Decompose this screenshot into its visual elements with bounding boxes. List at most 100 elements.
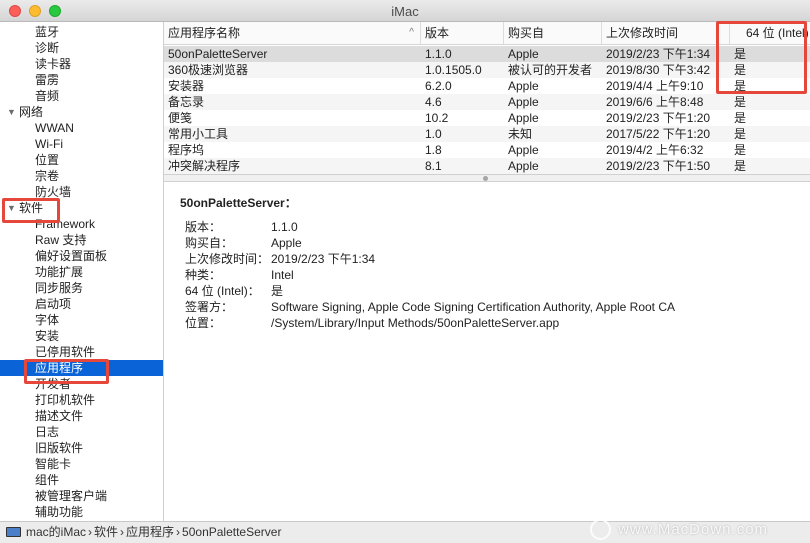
sidebar-item-label: 应用程序 [35,361,84,375]
table-cell: 2019/2/23 下午1:20 [606,111,711,125]
sidebar-item-label: 位置 [35,153,60,167]
table-cell: 1.0 [425,127,442,141]
column-header-64bit[interactable]: 64 位 (Intel) [730,22,810,44]
sidebar-item[interactable]: 诊断 [0,40,163,56]
sidebar-item[interactable]: 启动项 [0,296,163,312]
sidebar-item[interactable]: 打印机软件 [0,392,163,408]
sidebar-item[interactable]: Raw 支持 [0,232,163,248]
sidebar-item-label: 已停用软件 [35,345,96,359]
sidebar-item-label: 软件 [19,201,44,215]
sidebar-item[interactable]: 同步服务 [0,280,163,296]
sidebar-item[interactable]: 安装 [0,328,163,344]
table-cell: 是 [734,127,747,141]
sidebar-category[interactable]: ▼ 网络 [0,104,163,120]
sidebar-item[interactable]: 雷雳 [0,72,163,88]
table-row[interactable]: 50onPaletteServer 1.1.0 Apple 2019/2/23 下午1… [164,46,810,62]
sidebar-item[interactable]: 被管理客户端 [0,488,163,504]
sidebar-item-label: 打印机软件 [35,393,96,407]
breadcrumb-item[interactable]: 应用程序 [126,525,174,539]
sidebar-item[interactable]: 应用程序 [0,360,163,376]
sidebar-item[interactable]: 音频 [0,88,163,104]
sidebar-item[interactable]: 蓝牙 [0,24,163,40]
sidebar-item[interactable]: 智能卡 [0,456,163,472]
sidebar-item[interactable]: 偏好设置面板 [0,248,163,264]
sidebar-item[interactable]: 旧版软件 [0,440,163,456]
table-row[interactable]: 冲突解决程序 8.1 Apple 2019/2/23 下午1:50 是 [164,158,810,174]
table-row[interactable]: 360极速浏览器 1.0.1505.0 被认可的开发者 2019/8/30 下午3:4… [164,62,810,78]
watermark-text: www.MacDown.com [618,521,769,538]
table-cell: 程序坞 [168,143,205,157]
table-cell: 是 [734,79,747,93]
sidebar-item[interactable]: 描述文件 [0,408,163,424]
sidebar-item-label: 读卡器 [35,57,72,71]
table-cell: 1.1.0 [425,47,452,61]
sidebar-item[interactable]: 辅助功能 [0,504,163,520]
table-row[interactable]: 备忘录 4.6 Apple 2019/6/6 上午8:48 是 [164,94,810,110]
sort-ascending-icon: ^ [409,27,414,38]
sidebar-item[interactable]: 已停用软件 [0,344,163,360]
sidebar-category[interactable]: ▼ 软件 [0,200,163,216]
table-cell: 是 [734,159,747,173]
sidebar-item-label: 功能扩展 [35,265,84,279]
detail-field-label: 版本： [185,220,222,234]
table-row[interactable]: 安装器 6.2.0 Apple 2019/4/4 上午9:10 是 [164,78,810,94]
detail-field-label: 签署方： [185,300,234,314]
sidebar-item-label: 诊断 [35,41,60,55]
sidebar-item-label: Framework [35,217,96,231]
sidebar-item[interactable]: 开发者 [0,376,163,392]
column-header-last-modified[interactable]: 上次修改时间 [602,22,730,44]
table-cell: 6.2.0 [425,79,452,93]
sidebar-item[interactable]: 日志 [0,424,163,440]
applications-table[interactable]: 应用程序名称 ^ 版本 购买自 上次修改时间 64 位 (Intel) 50on… [164,22,810,174]
table-cell: 2019/8/30 下午3:42 [606,63,711,77]
detail-field-value: /System/Library/Input Methods/50onPalett… [271,316,560,330]
disclosure-triangle-icon[interactable]: ▼ [7,200,16,216]
table-row[interactable]: 便笺 10.2 Apple 2019/2/23 下午1:20 是 [164,110,810,126]
window-title: iMac [391,4,419,19]
sidebar-item[interactable]: 字体 [0,312,163,328]
detail-field-label: 位置： [185,316,222,330]
sidebar-item[interactable]: 功能扩展 [0,264,163,280]
sidebar-item[interactable]: WWAN [0,120,163,136]
detail-field-value: Apple [271,236,302,250]
sidebar-item[interactable]: 读卡器 [0,56,163,72]
table-row[interactable]: 常用小工具 1.0 未知 2017/5/22 下午1:20 是 [164,126,810,142]
column-header-name[interactable]: 应用程序名称 ^ [164,22,421,44]
column-header-version[interactable]: 版本 [421,22,504,44]
breadcrumb-item[interactable]: 50onPaletteServer [182,525,281,539]
sidebar-item[interactable]: Framework [0,216,163,232]
split-view-divider[interactable] [164,174,810,182]
detail-field-label: 种类： [185,268,222,282]
detail-field-label: 购买自： [185,236,234,250]
sidebar-item[interactable]: 组件 [0,472,163,488]
divider-handle-icon[interactable] [483,176,488,181]
sidebar-item-label: Wi-Fi [35,137,63,151]
table-cell: 是 [734,63,747,77]
disclosure-triangle-icon[interactable]: ▼ [7,104,16,120]
table-cell: 被认可的开发者 [508,63,593,77]
table-row[interactable]: 程序坞 1.8 Apple 2019/4/2 上午6:32 是 [164,142,810,158]
breadcrumb-separator-icon: › [120,525,125,539]
table-cell: Apple [508,95,539,109]
detail-field-value: 是 [271,284,284,298]
sidebar-item-label: 蓝牙 [35,25,60,39]
sidebar-item[interactable]: 宗卷 [0,168,163,184]
table-cell: Apple [508,159,539,173]
column-header-obtained-from[interactable]: 购买自 [504,22,602,44]
detail-field-label: 64 位 (Intel)： [185,284,260,298]
table-cell: 2019/4/2 上午6:32 [606,143,704,157]
detail-field-value: Software Signing, Apple Code Signing Cer… [271,300,676,314]
breadcrumb: mac的iMac › 软件 › 应用程序 › 50onPaletteServer [26,522,283,543]
sidebar-item[interactable]: Wi-Fi [0,136,163,152]
sidebar-item-label: 辅助功能 [35,505,84,519]
sidebar-item[interactable]: 防火墙 [0,184,163,200]
sidebar-item[interactable]: 位置 [0,152,163,168]
table-cell: 备忘录 [168,95,205,109]
breadcrumb-item[interactable]: mac的iMac [26,525,86,539]
sidebar-item-label: 智能卡 [35,457,72,471]
table-cell: 4.6 [425,95,442,109]
table-cell: 未知 [508,127,533,141]
breadcrumb-item[interactable]: 软件 [94,525,118,539]
sidebar[interactable]: 蓝牙 诊断 读卡器 雷雳 音频 ▼ 网络 WWAN Wi-Fi 位置 宗卷 防火墙 ▼ 软件 Framewo… [0,22,164,521]
title-bar[interactable]: iMac [0,0,810,22]
